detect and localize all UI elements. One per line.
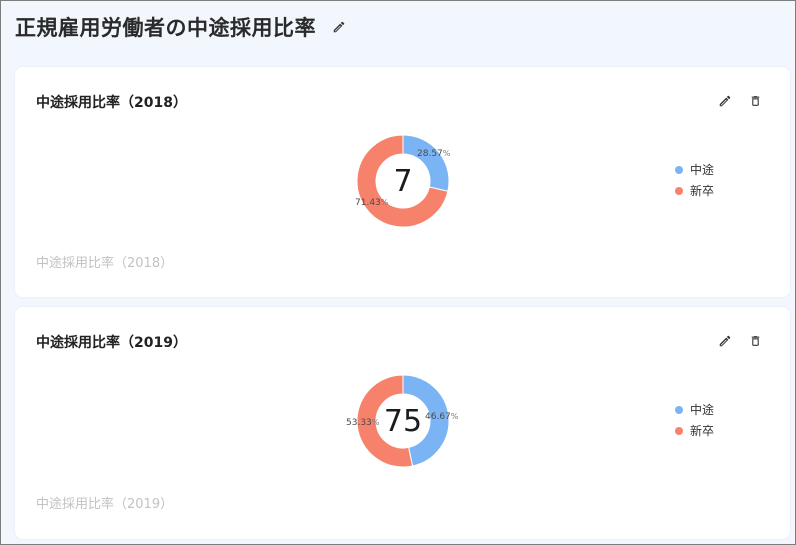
pencil-icon[interactable] (716, 92, 734, 110)
legend-label: 中途 (690, 163, 715, 177)
page-title: 正規雇用労働者の中途採用比率 (15, 16, 316, 40)
legend-dot (675, 186, 683, 195)
card-actions (716, 332, 764, 350)
card-footer-caption: 中途採用比率（2019） (36, 497, 174, 512)
legend-item-mid-career[interactable]: 中途 (675, 159, 714, 180)
legend-item-new-grad[interactable]: 新卒 (675, 420, 714, 441)
slice-label-mid-career: 28.57% (417, 149, 451, 159)
card-title: 中途採用比率（2018） (36, 95, 187, 111)
page-header: 正規雇用労働者の中途採用比率 (15, 11, 350, 43)
trash-icon[interactable] (746, 92, 764, 110)
chart-card-2019: 中途採用比率（2019） 75 46.67% 53.33% 中途 新卒 中途採用… (15, 307, 790, 539)
legend-dot (675, 405, 683, 414)
legend-item-mid-career[interactable]: 中途 (675, 399, 714, 420)
donut-center-value: 7 (393, 163, 413, 199)
app-frame: 正規雇用労働者の中途採用比率 中途採用比率（2018） 7 28.57% 71.… (0, 0, 796, 545)
legend-dot (675, 426, 683, 435)
legend-label: 新卒 (690, 184, 715, 198)
chart-legend: 中途 新卒 (675, 399, 714, 441)
slice-label-mid-career: 46.67% (425, 412, 459, 422)
trash-icon[interactable] (746, 332, 764, 350)
legend-item-new-grad[interactable]: 新卒 (675, 180, 714, 201)
slice-label-new-grad: 71.43% (355, 198, 389, 208)
legend-label: 中途 (690, 403, 715, 417)
card-actions (716, 92, 764, 110)
card-title: 中途採用比率（2019） (36, 335, 187, 351)
card-footer-caption: 中途採用比率（2018） (36, 256, 174, 271)
chart-legend: 中途 新卒 (675, 159, 714, 201)
chart-card-2018: 中途採用比率（2018） 7 28.57% 71.43% 中途 新卒 中途採用比… (15, 67, 790, 297)
pencil-icon[interactable] (716, 332, 734, 350)
legend-dot (675, 165, 683, 174)
slice-label-new-grad: 53.33% (346, 418, 380, 428)
legend-label: 新卒 (690, 424, 715, 438)
donut-chart: 7 (355, 133, 451, 229)
pencil-icon[interactable] (332, 18, 350, 36)
